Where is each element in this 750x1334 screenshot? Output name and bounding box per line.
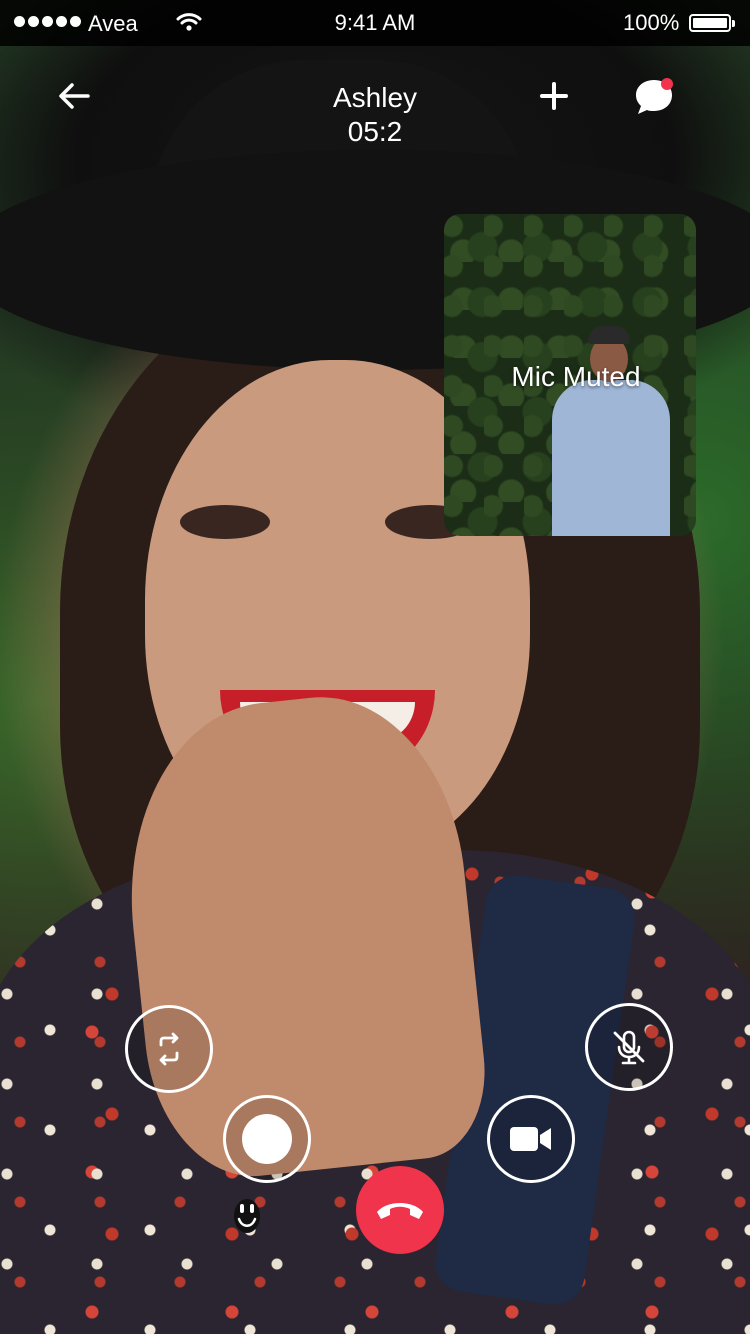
mic-off-icon [613, 1030, 645, 1065]
smiley-icon[interactable] [233, 1198, 261, 1234]
add-participant-plus-icon[interactable] [532, 74, 576, 118]
battery-percentage: 100% [623, 10, 680, 35]
status-bar: Avea 9:41 AM 100% [0, 0, 750, 46]
end-call-button[interactable] [356, 1166, 444, 1254]
switch-camera-icon [159, 1032, 179, 1066]
video-toggle-button[interactable] [487, 1095, 575, 1183]
chat-bubble-icon[interactable] [630, 72, 678, 120]
main-video-feed [0, 0, 750, 1334]
self-view-pip[interactable]: Mic Muted [444, 214, 696, 536]
mute-button[interactable] [585, 1003, 673, 1091]
notification-dot [661, 78, 673, 90]
record-button[interactable] [223, 1095, 311, 1183]
call-duration: 05:2 [347, 116, 403, 147]
record-icon [242, 1114, 292, 1164]
mic-muted-label: Mic Muted [511, 361, 641, 392]
battery-icon [689, 14, 735, 32]
phone-hangup-icon [377, 1203, 423, 1219]
switch-camera-button[interactable] [125, 1005, 213, 1093]
video-camera-icon [510, 1127, 551, 1151]
